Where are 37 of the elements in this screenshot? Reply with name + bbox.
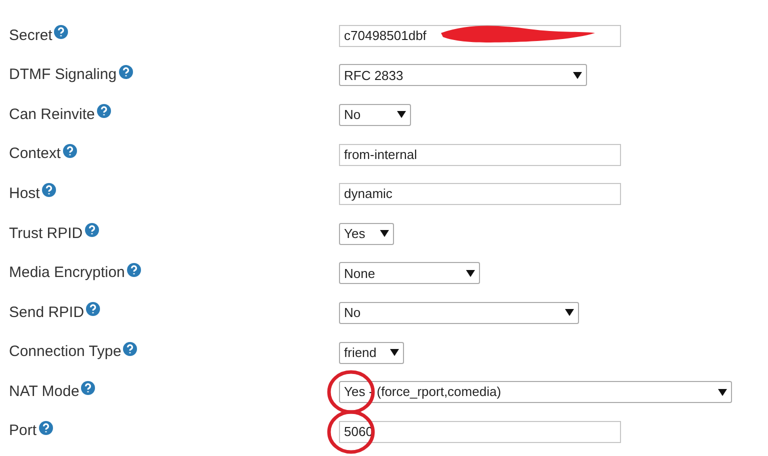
caret-icon <box>565 309 574 316</box>
field-label: Connection Type <box>9 342 122 362</box>
help-icon[interactable] <box>96 104 111 118</box>
help-icon[interactable] <box>123 342 138 356</box>
caret-icon <box>466 270 475 277</box>
field-label: Can Reinvite <box>9 104 95 125</box>
help-icon[interactable] <box>42 183 56 198</box>
field-label: Secret <box>9 26 52 46</box>
select-dropdown[interactable]: RFC 2833 <box>339 64 587 86</box>
select-dropdown[interactable]: None <box>339 262 480 284</box>
caret-icon <box>380 230 389 238</box>
caret-icon <box>390 349 399 356</box>
caret-icon <box>397 111 406 118</box>
caret-icon <box>718 388 727 396</box>
select-dropdown[interactable]: friend <box>339 342 404 364</box>
field-label: Media Encryption <box>9 263 125 284</box>
help-icon[interactable] <box>86 302 100 316</box>
help-icon[interactable] <box>81 381 96 396</box>
help-icon[interactable] <box>126 262 141 277</box>
select-dropdown[interactable]: Yes <box>339 222 394 245</box>
help-icon[interactable] <box>84 223 99 238</box>
select-dropdown[interactable]: No <box>339 302 579 324</box>
field-label: NAT Mode <box>9 382 80 402</box>
input-field[interactable]: dynamic <box>339 183 621 206</box>
help-icon[interactable] <box>62 144 77 158</box>
help-icon[interactable] <box>54 25 68 40</box>
field-label: Host <box>9 184 40 204</box>
field-label: Context <box>9 144 61 164</box>
field-label: Trust RPID <box>9 224 83 244</box>
caret-icon <box>573 72 582 79</box>
select-dropdown[interactable]: No <box>339 104 411 126</box>
field-label: DTMF Signaling <box>9 65 117 86</box>
field-label: Port <box>9 421 37 442</box>
help-icon[interactable] <box>118 64 133 79</box>
field-label: Send RPID <box>9 302 84 323</box>
help-icon[interactable] <box>38 420 53 435</box>
input-field[interactable]: from-internal <box>339 144 621 166</box>
